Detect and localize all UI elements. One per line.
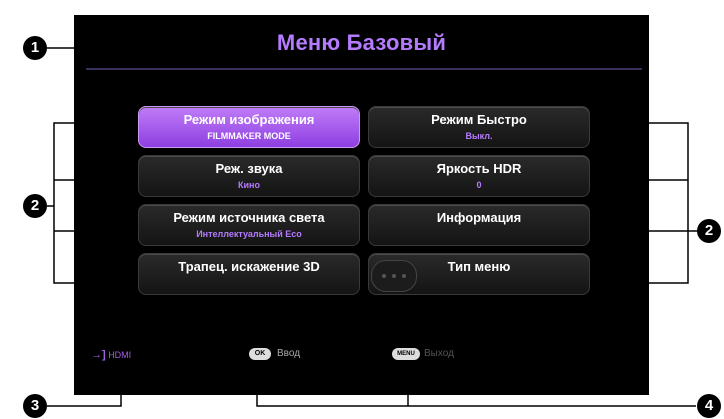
callout-2-left: 2	[23, 194, 47, 218]
callout-3: 3	[23, 394, 47, 418]
callout-2-right: 2	[697, 219, 721, 243]
callout-lines	[47, 47, 697, 407]
callout-1: 1	[23, 36, 47, 60]
callout-4: 4	[697, 394, 721, 418]
